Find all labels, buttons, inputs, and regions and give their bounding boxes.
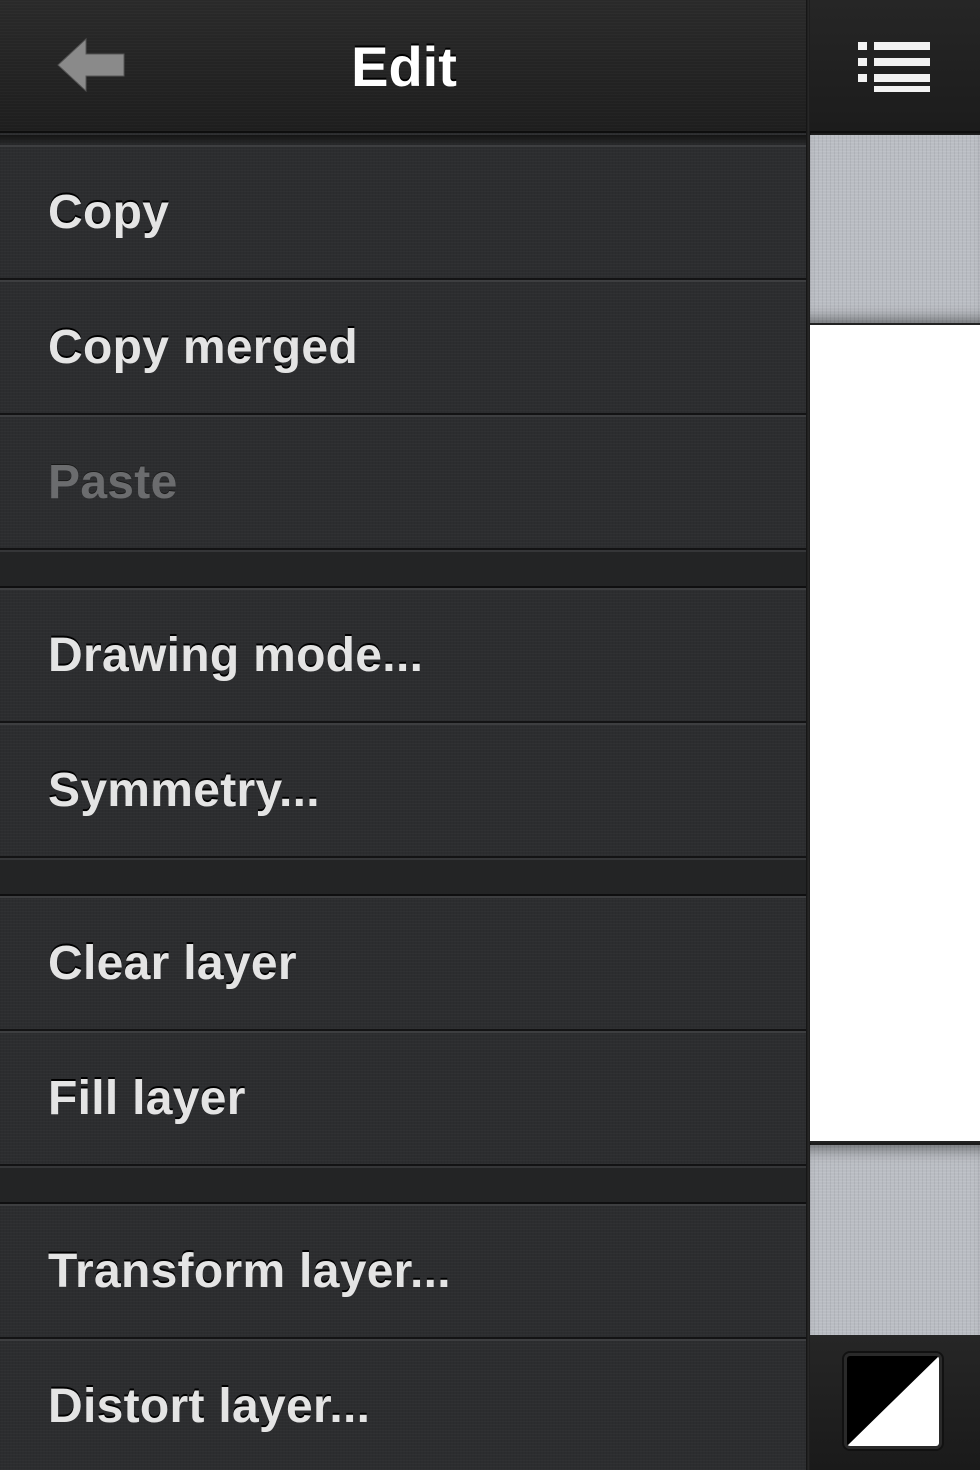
menu-group-separator [0,1166,808,1204]
menu-item-distort-layer[interactable]: Distort layer... [0,1339,808,1470]
menu-item-label: Fill layer [48,1072,246,1125]
menu-item-paste: Paste [0,415,808,550]
menu-group-separator [0,550,808,588]
color-swatch-icon [847,1356,939,1446]
menu-item-copy[interactable]: Copy [0,145,808,280]
menu-item-drawing-mode[interactable]: Drawing mode... [0,588,808,723]
menu-item-symmetry[interactable]: Symmetry... [0,723,808,858]
menu-item-fill-layer[interactable]: Fill layer [0,1031,808,1166]
edit-menu-panel: Edit Copy Copy merged Paste Drawing mode… [0,0,808,1470]
menu-item-label: Clear layer [48,937,297,990]
menu-item-transform-layer[interactable]: Transform layer... [0,1204,808,1339]
menu-item-label: Symmetry... [48,764,320,817]
list-menu-icon [858,42,930,92]
bottom-toolbar [810,1335,980,1470]
menu-item-label: Copy [48,186,170,239]
linen-background-bottom [810,1145,980,1335]
back-button[interactable] [48,30,134,100]
menu-item-copy-merged[interactable]: Copy merged [0,280,808,415]
menu-item-label: Copy merged [48,321,359,374]
nav-bar: Edit [0,0,808,133]
menu-item-label: Paste [48,456,178,509]
menu-item-clear-layer[interactable]: Clear layer [0,896,808,1031]
menu-item-label: Transform layer... [48,1245,451,1298]
menu-group-separator [0,858,808,896]
menu-item-label: Distort layer... [48,1380,371,1433]
menu-item-label: Drawing mode... [48,629,424,682]
list-menu-button[interactable] [854,38,934,96]
top-toolbar [810,0,980,133]
linen-background-top [810,135,980,323]
menu-list: Copy Copy merged Paste Drawing mode... S… [0,145,808,1470]
color-swatch-button[interactable] [844,1353,942,1449]
drawing-canvas[interactable] [810,323,980,1143]
canvas-area [810,0,980,1470]
back-arrow-icon [57,37,125,93]
